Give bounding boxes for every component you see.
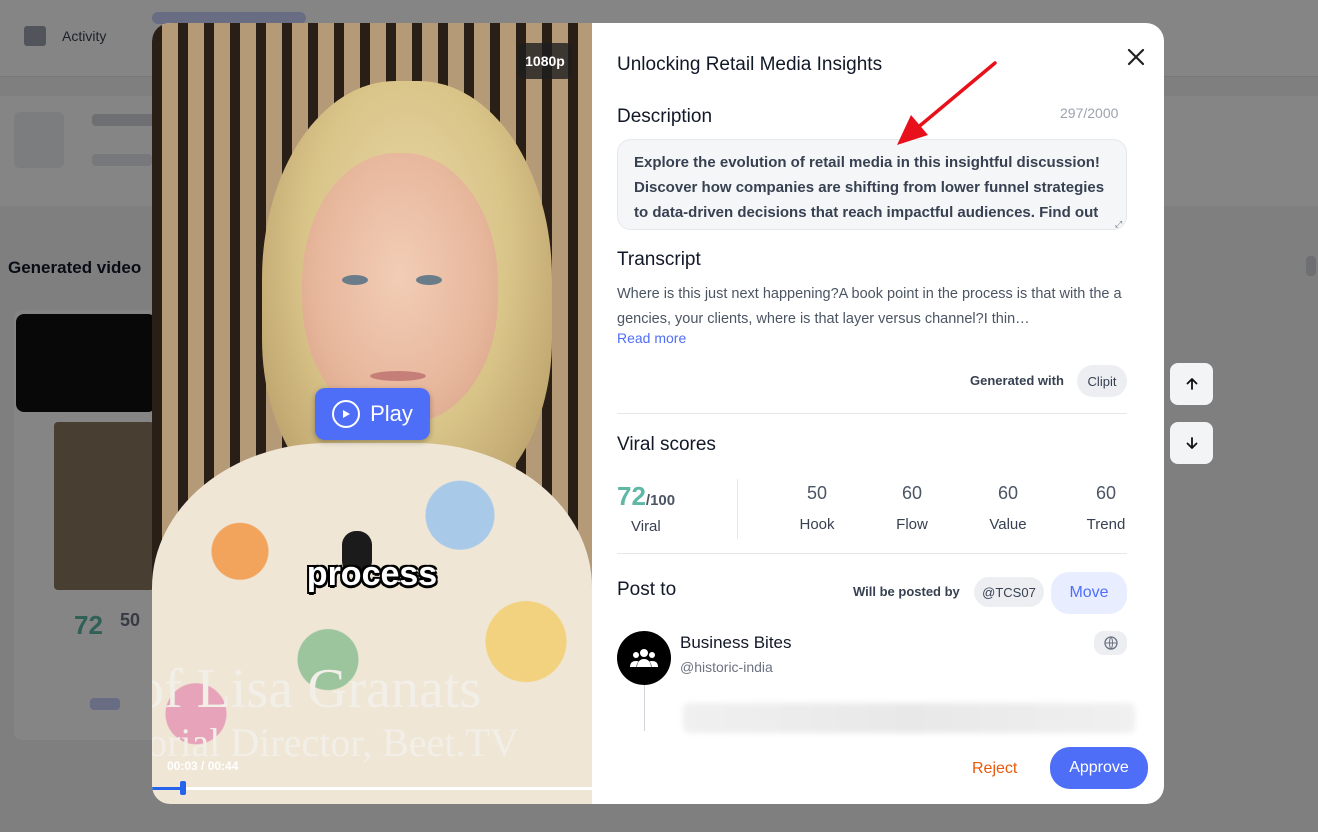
clip-title: Unlocking Retail Media Insights — [617, 54, 883, 75]
clip-review-modal: 1080p Play process of Lisa Granats toria… — [152, 23, 1164, 804]
details-panel: Unlocking Retail Media Insights Descript… — [617, 23, 1164, 804]
score-separator — [737, 479, 738, 539]
metric-label: Value — [989, 516, 1027, 533]
metric-value: 60 — [901, 483, 923, 503]
generated-with-chip: Clipit — [1077, 365, 1127, 397]
play-icon — [332, 400, 361, 428]
metric-label: Flow — [896, 516, 928, 533]
video-frame-eye — [416, 275, 442, 285]
video-progress-track[interactable] — [152, 787, 592, 790]
approve-button[interactable]: Approve — [1050, 747, 1148, 789]
globe-icon — [1103, 636, 1118, 650]
play-button[interactable]: Play — [315, 388, 430, 440]
description-char-count: 297/2000 — [1060, 105, 1119, 121]
description-heading: Description — [617, 106, 713, 127]
previous-clip-button[interactable] — [1170, 363, 1213, 405]
metric-value-score: 60 Value — [973, 483, 1043, 533]
viral-score: 72/100 — [617, 481, 676, 511]
generated-with-label: Generated with — [970, 373, 1064, 388]
transcript-text: Where is this just next happening?A book… — [617, 286, 1122, 327]
video-caption: process — [306, 555, 438, 593]
metric-hook: 50 Hook — [782, 483, 852, 533]
metric-label: Hook — [799, 516, 835, 533]
resize-handle-icon[interactable]: ⤢ — [1115, 219, 1122, 230]
viral-score-label: Viral — [631, 518, 661, 535]
posted-by-label: Will be posted by — [853, 584, 960, 599]
arrow-up-icon — [1186, 378, 1197, 390]
read-more-link[interactable]: Read more — [617, 330, 686, 346]
arrow-down-icon — [1186, 437, 1197, 449]
post-to-heading: Post to — [617, 579, 677, 600]
account-name: Business Bites — [680, 633, 792, 652]
account-connector-line — [644, 685, 645, 731]
video-frame-face — [302, 153, 498, 423]
metric-value: 50 — [806, 483, 828, 503]
group-icon — [630, 649, 658, 667]
account-handle: @historic-india — [680, 659, 773, 675]
visibility-chip[interactable] — [1094, 631, 1127, 655]
move-button[interactable]: Move — [1051, 572, 1127, 614]
transcript-heading: Transcript — [617, 249, 701, 270]
video-player[interactable]: 1080p Play process of Lisa Granats toria… — [152, 23, 592, 804]
description-text: Explore the evolution of retail media in… — [634, 154, 1105, 221]
account-avatar — [617, 631, 671, 685]
metric-value: 60 — [997, 483, 1019, 503]
reject-button[interactable]: Reject — [972, 760, 1017, 778]
poster-handle-chip: @TCS07 — [974, 577, 1044, 607]
video-time: 00:03 / 00:44 — [167, 759, 239, 773]
close-button[interactable] — [1122, 43, 1150, 71]
video-progress-fill — [152, 787, 183, 790]
video-frame-mouth — [370, 371, 426, 381]
viral-scores-heading: Viral scores — [617, 434, 716, 455]
close-icon — [1127, 48, 1145, 66]
description-textarea[interactable]: Explore the evolution of retail media in… — [617, 139, 1127, 230]
video-progress-handle[interactable] — [179, 781, 186, 795]
resolution-badge: 1080p — [518, 43, 572, 79]
divider — [617, 553, 1127, 554]
lower-third-name: of Lisa Granats — [152, 658, 482, 720]
next-clip-button[interactable] — [1170, 422, 1213, 464]
metric-trend: 60 Trend — [1071, 483, 1141, 533]
metric-value: 60 — [1095, 483, 1117, 503]
post-preview-placeholder — [683, 703, 1135, 733]
metric-flow: 60 Flow — [877, 483, 947, 533]
divider — [617, 413, 1127, 414]
metric-label: Trend — [1086, 516, 1126, 533]
play-label: Play — [370, 401, 413, 426]
video-frame-eye — [342, 275, 368, 285]
